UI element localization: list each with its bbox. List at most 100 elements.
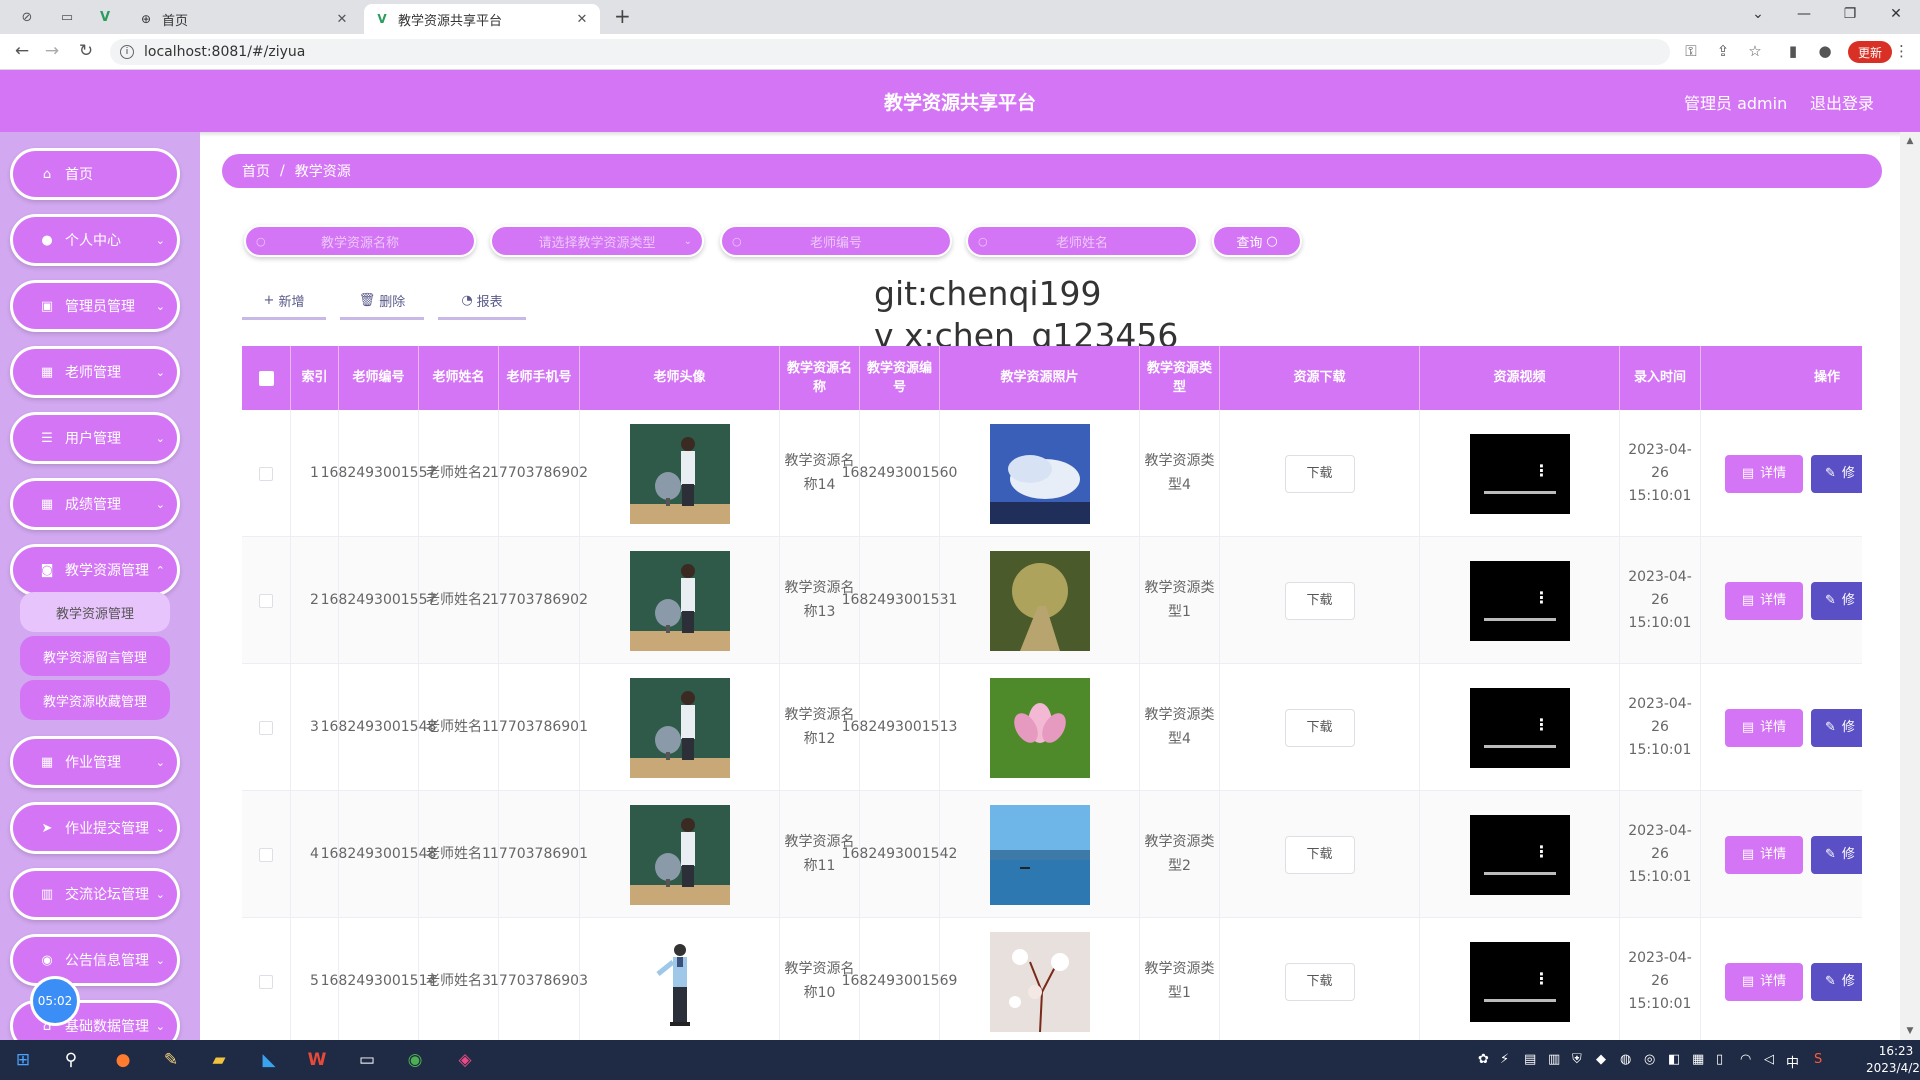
wifi-icon[interactable]: ◠ [1740, 1052, 1751, 1067]
share-icon[interactable]: ⇪ [1712, 42, 1734, 60]
windows-start-icon[interactable]: ⊞ [8, 1046, 38, 1074]
sidebar-item-resources[interactable]: ◙ 教学资源管理 ⌃ [10, 544, 180, 596]
restore-button[interactable]: ❐ [1830, 6, 1870, 22]
detail-button[interactable]: ▤ 详情 [1725, 708, 1803, 747]
row-checkbox[interactable] [259, 593, 273, 608]
logout-link[interactable]: 退出登录 [1810, 90, 1874, 114]
close-icon[interactable]: ✕ [574, 12, 590, 27]
select-all-checkbox[interactable] [258, 370, 274, 386]
download-button[interactable]: 下载 [1284, 708, 1355, 747]
row-checkbox[interactable] [259, 974, 273, 989]
sidebar-item-submission[interactable]: ➤ 作业提交管理 ⌄ [10, 802, 180, 854]
video-menu-icon[interactable]: ⋮ [1534, 585, 1550, 611]
close-window-button[interactable]: ✕ [1876, 6, 1916, 22]
sidebar-item-forum[interactable]: ▥ 交流论坛管理 ⌄ [10, 868, 180, 920]
edit-button[interactable]: ✎ 修 [1811, 708, 1862, 747]
detail-button[interactable]: ▤ 详情 [1725, 581, 1803, 620]
tray-shield-icon[interactable]: ⛨ [1572, 1052, 1582, 1067]
sidebar-item-personal[interactable]: ● 个人中心 ⌄ [10, 214, 180, 266]
tray-battery-icon[interactable]: ▯ [1716, 1052, 1723, 1067]
submenu-resource-favorite[interactable]: 教学资源收藏管理 [20, 680, 170, 720]
teacher-number-input[interactable]: ○ 老师编号 [720, 225, 952, 257]
detail-button[interactable]: ▤ 详情 [1725, 454, 1803, 493]
star-icon[interactable]: ☆ [1744, 42, 1766, 60]
vscode-icon[interactable]: ◣ [254, 1046, 284, 1074]
download-button[interactable]: 下载 [1284, 454, 1355, 493]
tray-app-icon[interactable]: ▤ [1524, 1052, 1536, 1067]
video-menu-icon[interactable]: ⋮ [1534, 458, 1550, 484]
sidebar-item-admin[interactable]: ▣ 管理员管理 ⌄ [10, 280, 180, 332]
edit-button[interactable]: ✎ 修 [1811, 835, 1862, 874]
scroll-up-icon[interactable]: ▲ [1900, 136, 1920, 146]
sidebar-item-homework[interactable]: ▦ 作业管理 ⌄ [10, 736, 180, 788]
new-tab-button[interactable]: + [614, 4, 631, 28]
file-explorer-icon[interactable]: ▰ [204, 1046, 234, 1074]
add-button[interactable]: + 新增 [242, 284, 326, 320]
download-button[interactable]: 下载 [1284, 581, 1355, 620]
url-field[interactable]: i localhost:8081/#/ziyua [110, 39, 1670, 65]
video-player[interactable]: ⋮ [1469, 687, 1570, 768]
detail-button[interactable]: ▤ 详情 [1725, 962, 1803, 1001]
video-progress-bar[interactable] [1483, 744, 1556, 748]
teacher-name-input[interactable]: ○ 老师姓名 [966, 225, 1198, 257]
sidebar-item-users[interactable]: ☰ 用户管理 ⌄ [10, 412, 180, 464]
tray-app-icon[interactable]: ◍ [1620, 1052, 1631, 1067]
video-menu-icon[interactable]: ⋮ [1534, 839, 1550, 865]
resource-name-input[interactable]: ○ 教学资源名称 [244, 225, 476, 257]
edit-button[interactable]: ✎ 修 [1811, 581, 1862, 620]
video-progress-bar[interactable] [1483, 490, 1556, 494]
back-icon[interactable]: ← [10, 41, 34, 61]
update-button[interactable]: 更新 [1848, 41, 1892, 63]
sidepanel-icon[interactable]: ▮ [1782, 42, 1804, 60]
tab-search-icon[interactable]: ⌄ [1738, 6, 1778, 22]
close-icon[interactable]: ✕ [334, 12, 350, 27]
firefox-icon[interactable]: ● [108, 1046, 138, 1074]
profile-icon[interactable]: ● [1814, 42, 1836, 60]
download-button[interactable]: 下载 [1284, 835, 1355, 874]
resource-type-select[interactable]: 请选择教学资源类型 ⌄ [490, 225, 704, 257]
video-progress-bar[interactable] [1483, 998, 1556, 1002]
tray-app-icon[interactable]: ⚡ [1500, 1052, 1509, 1067]
sidebar-item-home[interactable]: ⌂ 首页 [10, 148, 180, 200]
video-player[interactable]: ⋮ [1469, 433, 1570, 514]
edit-button[interactable]: ✎ 修 [1811, 454, 1862, 493]
forward-icon[interactable]: → [40, 41, 64, 61]
video-progress-bar[interactable] [1483, 617, 1556, 621]
video-menu-icon[interactable]: ⋮ [1534, 712, 1550, 738]
tray-wechat-icon[interactable]: ◎ [1644, 1052, 1655, 1067]
video-menu-icon[interactable]: ⋮ [1534, 966, 1550, 992]
tray-app-icon[interactable]: ▥ [1548, 1052, 1560, 1067]
minimize-button[interactable]: — [1784, 6, 1824, 22]
tab-platform[interactable]: V 教学资源共享平台 ✕ [364, 4, 600, 34]
query-button[interactable]: 查询 ○ [1212, 225, 1302, 257]
tab-blank-icon[interactable]: ▭ [54, 6, 80, 28]
tray-app-icon[interactable]: ▦ [1692, 1052, 1704, 1067]
tab-favicon-icon[interactable]: ⊘ [14, 6, 40, 28]
row-checkbox[interactable] [259, 847, 273, 862]
tray-app-icon[interactable]: S [1814, 1052, 1822, 1067]
floating-clock[interactable]: 05:02 [30, 976, 80, 1026]
notes-app-icon[interactable]: ✎ [156, 1046, 186, 1074]
tray-app-icon[interactable]: ◆ [1596, 1052, 1606, 1067]
info-icon[interactable]: i [120, 45, 134, 59]
report-button[interactable]: ◔ 报表 [438, 284, 526, 320]
scroll-down-icon[interactable]: ▼ [1900, 1026, 1920, 1036]
page-scrollbar[interactable]: ▲ ▼ [1900, 132, 1920, 1040]
ide-icon[interactable]: ◈ [450, 1046, 480, 1074]
video-player[interactable]: ⋮ [1469, 941, 1570, 1022]
terminal-icon[interactable]: ▭ [352, 1046, 382, 1074]
chrome-icon[interactable]: ◉ [400, 1046, 430, 1074]
video-player[interactable]: ⋮ [1469, 560, 1570, 641]
ime-indicator[interactable]: 中 [1786, 1052, 1799, 1071]
volume-icon[interactable]: ◁ [1764, 1052, 1774, 1067]
tab-home[interactable]: ⊕ 首页 ✕ [128, 4, 360, 34]
submenu-resource-comment[interactable]: 教学资源留言管理 [20, 636, 170, 676]
breadcrumb-home[interactable]: 首页 [242, 161, 270, 181]
edit-button[interactable]: ✎ 修 [1811, 962, 1862, 1001]
detail-button[interactable]: ▤ 详情 [1725, 835, 1803, 874]
taskbar-clock[interactable]: 16:23 2023/4/26 [1866, 1043, 1920, 1077]
submenu-resource-manage[interactable]: 教学资源管理 [20, 592, 170, 632]
search-icon[interactable]: ⚲ [56, 1046, 86, 1074]
sidebar-item-grades[interactable]: ▦ 成绩管理 ⌄ [10, 478, 180, 530]
key-icon[interactable]: ⚿ [1680, 42, 1702, 60]
